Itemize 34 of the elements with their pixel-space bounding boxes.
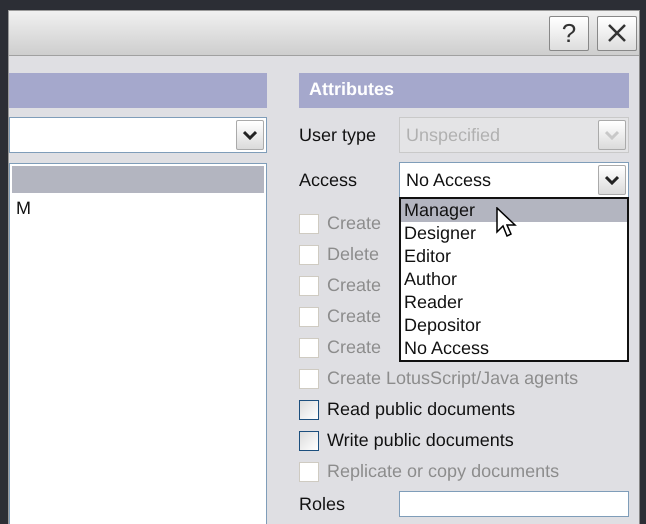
checkbox-label: Write public documents — [327, 430, 514, 451]
checkbox[interactable] — [299, 400, 319, 420]
checkbox[interactable] — [299, 430, 319, 450]
list-row[interactable]: M — [12, 193, 264, 220]
checkbox-label: Replicate or copy documents — [327, 461, 560, 482]
roles-field[interactable] — [399, 491, 629, 517]
dropdown-option[interactable]: Author — [401, 268, 627, 291]
checkbox-label: Create LotusScript/Java agents — [327, 368, 578, 389]
field-value: No Access — [406, 170, 492, 190]
field-label: User type — [299, 124, 378, 146]
dropdown-option[interactable]: No Access — [401, 337, 627, 360]
checkbox-label: Create — [327, 275, 382, 296]
chevron-down-icon — [605, 130, 619, 140]
checkbox-label: Delete — [327, 244, 380, 265]
close-button[interactable] — [597, 16, 637, 50]
dropdown-option[interactable]: Depositor — [401, 314, 627, 337]
dropdown-button[interactable] — [236, 120, 264, 150]
field-label: Access — [299, 170, 358, 190]
checkbox-label: Read public documents — [327, 399, 516, 420]
section-header: Attributes — [299, 73, 629, 108]
help-button[interactable]: ? — [549, 16, 589, 50]
close-icon — [606, 22, 628, 44]
dropdown-button[interactable] — [598, 165, 626, 195]
dropdown-option[interactable]: Reader — [401, 291, 627, 314]
checkbox-label: Create — [327, 213, 382, 234]
field-label: Roles — [299, 494, 346, 514]
mouse-pointer-icon — [496, 207, 518, 239]
dropdown-option[interactable]: Manager — [401, 199, 627, 222]
chevron-down-icon — [605, 175, 619, 185]
checkbox-label: Create — [327, 306, 382, 327]
checkbox-label: Create — [327, 337, 382, 358]
dropdown-option[interactable]: Editor — [401, 245, 627, 268]
chevron-down-icon — [243, 130, 257, 140]
dropdown-option[interactable]: Designer — [401, 222, 627, 245]
